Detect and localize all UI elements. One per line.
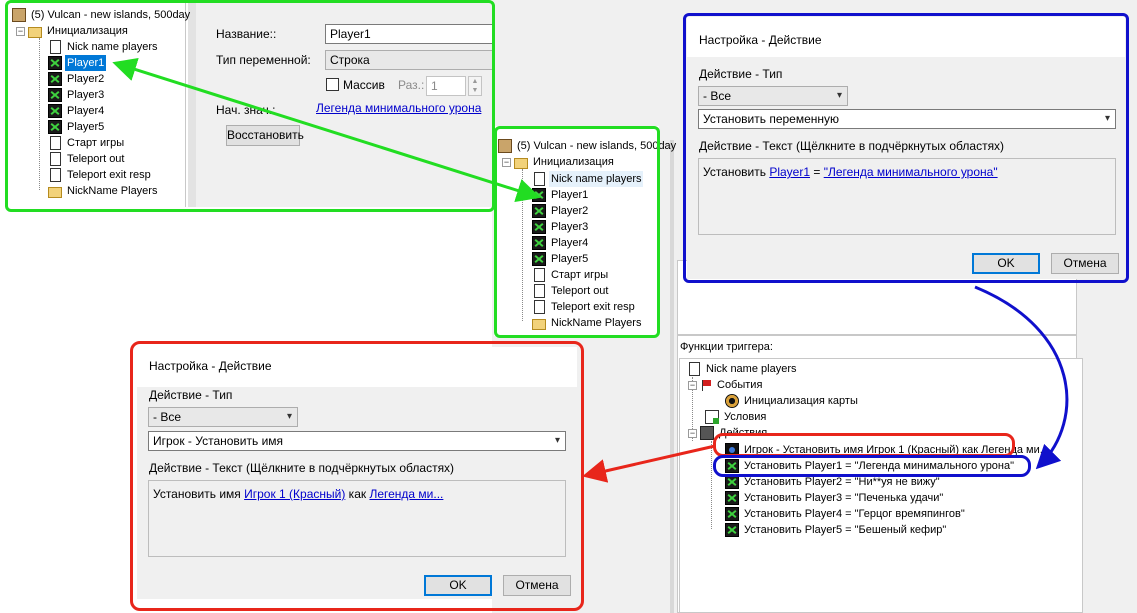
blue-arrow [974, 285, 1069, 470]
green-arrow [112, 57, 541, 203]
annotation-arrows [112, 57, 1069, 483]
red-arrow [582, 444, 716, 483]
